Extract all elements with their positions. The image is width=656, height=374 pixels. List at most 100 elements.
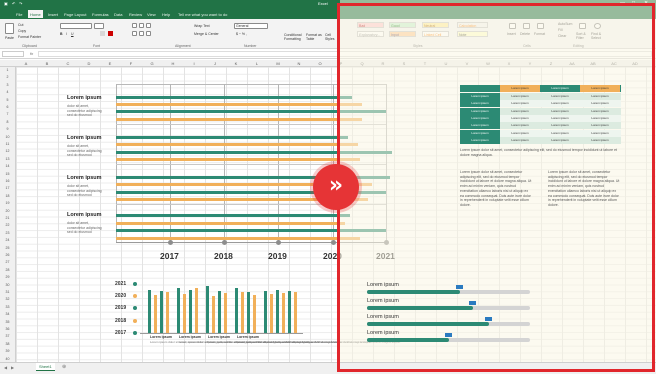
row-header[interactable]: 12 bbox=[0, 149, 15, 153]
tab-review[interactable]: Review bbox=[127, 10, 144, 18]
row-header[interactable]: 6 bbox=[0, 105, 15, 109]
row-header[interactable]: 33 bbox=[0, 305, 15, 309]
column-header[interactable]: G bbox=[142, 61, 162, 66]
next-arrow-button[interactable]: » bbox=[313, 164, 359, 210]
tab-help[interactable]: Help bbox=[160, 10, 172, 18]
column-header[interactable]: B bbox=[37, 61, 57, 66]
column-header[interactable]: M bbox=[268, 61, 288, 66]
align-center-icon[interactable] bbox=[139, 31, 144, 36]
column-header[interactable]: H bbox=[163, 61, 183, 66]
font-color-icon[interactable] bbox=[108, 31, 113, 36]
scroll-left-icon[interactable]: ◀ bbox=[4, 366, 7, 370]
row-header[interactable]: 24 bbox=[0, 238, 15, 242]
row-header[interactable]: 32 bbox=[0, 297, 15, 301]
row-header[interactable]: 34 bbox=[0, 312, 15, 316]
column-header[interactable]: E bbox=[100, 61, 120, 66]
row-header[interactable]: 13 bbox=[0, 157, 15, 161]
row-header[interactable]: 1 bbox=[0, 68, 15, 72]
tab-page-layout[interactable]: Page Layout bbox=[62, 10, 88, 18]
fill-color-icon[interactable] bbox=[100, 31, 105, 36]
row-header[interactable]: 5 bbox=[0, 98, 15, 102]
paste-button[interactable]: Paste bbox=[5, 36, 14, 40]
column-header[interactable]: L bbox=[247, 61, 267, 66]
currency-button[interactable]: $ ~ % , bbox=[236, 32, 247, 36]
row-header[interactable]: 10 bbox=[0, 135, 15, 139]
italic-button[interactable]: I bbox=[66, 32, 67, 36]
copy-button[interactable]: Copy bbox=[18, 29, 26, 33]
wrap-text-button[interactable]: Wrap Text bbox=[194, 24, 210, 28]
font-size-select[interactable] bbox=[94, 23, 104, 29]
column-header[interactable]: D bbox=[79, 61, 99, 66]
row-header[interactable]: 29 bbox=[0, 275, 15, 279]
row-header[interactable]: 25 bbox=[0, 246, 15, 250]
column-header[interactable]: O bbox=[310, 61, 330, 66]
row-header[interactable]: 36 bbox=[0, 327, 15, 331]
row-header[interactable]: 16 bbox=[0, 179, 15, 183]
row-header[interactable]: 4 bbox=[0, 90, 15, 94]
column-caption: Lorem ipsum bbox=[179, 335, 201, 339]
column-header[interactable]: C bbox=[58, 61, 78, 66]
cut-button[interactable]: Cut bbox=[18, 23, 23, 27]
column-header[interactable]: J bbox=[205, 61, 225, 66]
scroll-right-icon[interactable]: ▶ bbox=[11, 366, 14, 370]
row-header[interactable]: 19 bbox=[0, 201, 15, 205]
row-header[interactable]: 27 bbox=[0, 260, 15, 264]
row-header[interactable]: 7 bbox=[0, 112, 15, 116]
font-name-select[interactable] bbox=[60, 23, 92, 29]
align-left-icon[interactable] bbox=[132, 31, 137, 36]
bold-button[interactable]: B bbox=[60, 32, 63, 36]
number-format-select[interactable]: General bbox=[234, 23, 268, 29]
column-header[interactable]: A bbox=[16, 61, 36, 66]
row-header[interactable]: 20 bbox=[0, 209, 15, 213]
row-header[interactable]: 37 bbox=[0, 334, 15, 338]
column-header[interactable]: F bbox=[121, 61, 141, 66]
redo-icon[interactable]: ↷ bbox=[19, 2, 22, 6]
column-header[interactable]: K bbox=[226, 61, 246, 66]
row-header[interactable]: 30 bbox=[0, 283, 15, 287]
row-header[interactable]: 23 bbox=[0, 231, 15, 235]
row-header[interactable]: 21 bbox=[0, 216, 15, 220]
row-header[interactable]: 8 bbox=[0, 120, 15, 124]
tab-home[interactable]: Home bbox=[28, 10, 43, 18]
align-right-icon[interactable] bbox=[146, 31, 151, 36]
tab-file[interactable]: File bbox=[14, 10, 24, 18]
row-header[interactable]: 26 bbox=[0, 253, 15, 257]
row-header[interactable]: 15 bbox=[0, 172, 15, 176]
bar-label-title: Lorem ipsum bbox=[67, 175, 102, 181]
row-header[interactable]: 3 bbox=[0, 83, 15, 87]
row-header[interactable]: 28 bbox=[0, 268, 15, 272]
merge-center-button[interactable]: Merge & Center bbox=[194, 32, 219, 36]
row-header[interactable]: 38 bbox=[0, 342, 15, 346]
row-header[interactable]: 17 bbox=[0, 186, 15, 190]
row-header[interactable]: 9 bbox=[0, 127, 15, 131]
paste-icon[interactable] bbox=[5, 23, 14, 34]
save-icon[interactable]: ▣ bbox=[4, 2, 8, 6]
tab-insert[interactable]: Insert bbox=[46, 10, 60, 18]
row-header[interactable]: 40 bbox=[0, 357, 15, 361]
underline-button[interactable]: U bbox=[71, 32, 74, 36]
row-header[interactable]: 11 bbox=[0, 142, 15, 146]
row-header[interactable]: 35 bbox=[0, 320, 15, 324]
tab-data[interactable]: Data bbox=[112, 10, 124, 18]
format-as-table-button[interactable]: Format as Table bbox=[306, 33, 324, 41]
row-header[interactable]: 31 bbox=[0, 290, 15, 294]
align-bottom-icon[interactable] bbox=[146, 23, 151, 28]
row-header[interactable]: 22 bbox=[0, 223, 15, 227]
add-sheet-icon[interactable]: ⊕ bbox=[62, 365, 66, 370]
tab-view[interactable]: View bbox=[145, 10, 158, 18]
column-header[interactable]: I bbox=[184, 61, 204, 66]
column-header[interactable]: N bbox=[289, 61, 309, 66]
align-top-icon[interactable] bbox=[132, 23, 137, 28]
row-header[interactable]: 39 bbox=[0, 349, 15, 353]
name-box[interactable] bbox=[2, 51, 24, 57]
sheet-tab[interactable]: Sheet1 bbox=[36, 363, 55, 371]
row-header[interactable]: 2 bbox=[0, 75, 15, 79]
row-header[interactable]: 18 bbox=[0, 194, 15, 198]
tell-me-search[interactable]: Tell me what you want to do bbox=[176, 10, 229, 18]
format-painter-button[interactable]: Format Painter bbox=[18, 35, 41, 39]
tab-formulas[interactable]: Formulas bbox=[90, 10, 111, 18]
align-middle-icon[interactable] bbox=[139, 23, 144, 28]
row-header[interactable]: 14 bbox=[0, 164, 15, 168]
conditional-formatting-button[interactable]: Conditional Formatting bbox=[284, 33, 306, 41]
undo-icon[interactable]: ↶ bbox=[12, 2, 15, 6]
